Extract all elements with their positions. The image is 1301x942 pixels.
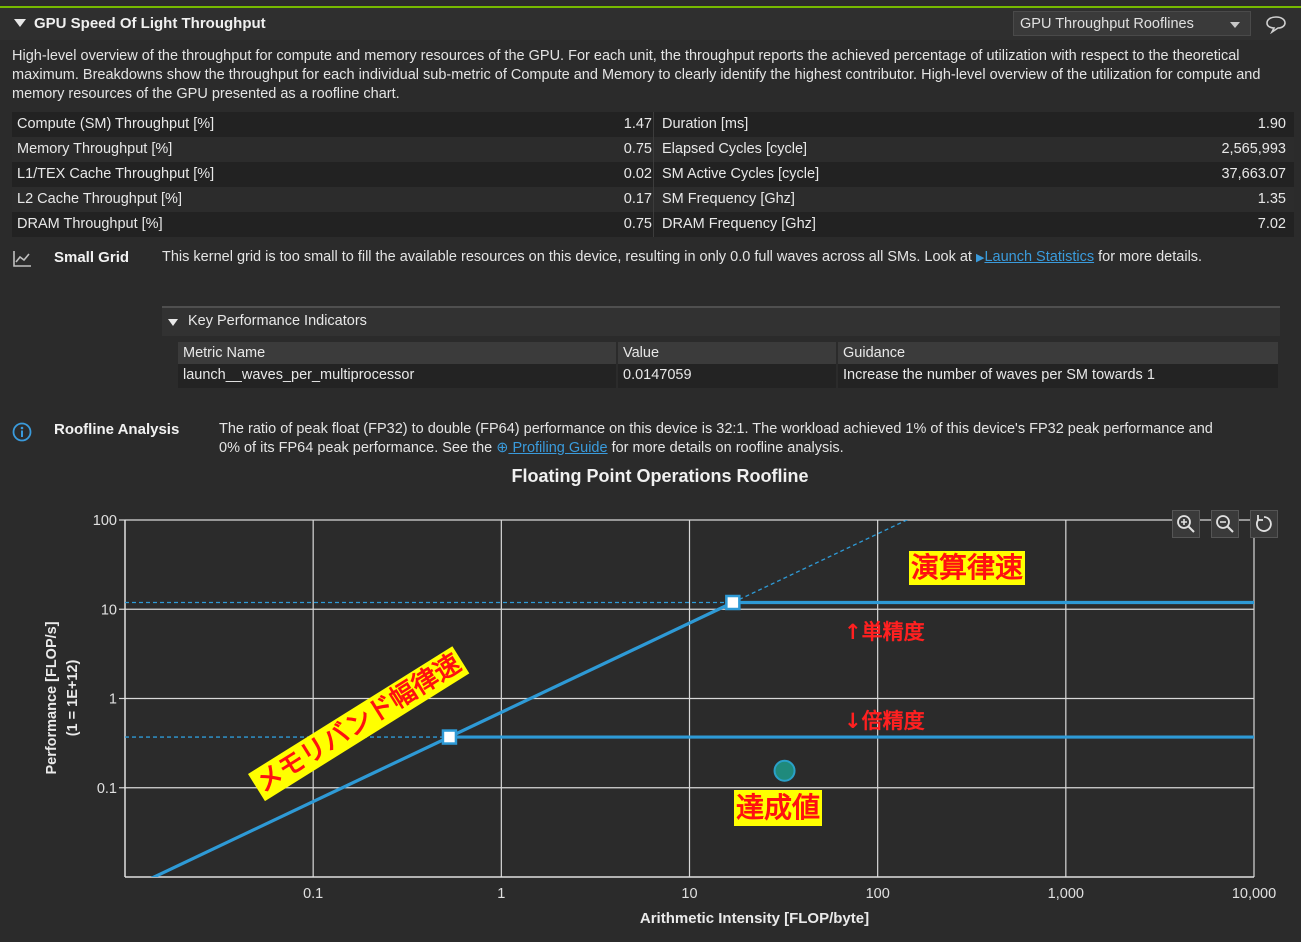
x-tick-label: 1,000 [1048, 886, 1084, 902]
y-tick-label: 10 [101, 602, 117, 618]
y-axis-label-unit: (1 = 1E+12) [65, 660, 81, 737]
fp64-ridge-point [441, 729, 458, 745]
fp32-ridge-point [725, 594, 741, 611]
zoom-out-button[interactable] [1211, 510, 1239, 538]
double-precision-label: ↓倍精度 [844, 709, 925, 733]
roofline-chart[interactable]: 0.1 1 10 100 1,000 10,000 0.1 1 10 100 Arithmetic … [0, 0, 1301, 942]
zoom-in-icon [1177, 515, 1195, 533]
x-tick-label: 100 [866, 886, 890, 902]
y-tick-label: 100 [93, 513, 117, 529]
single-precision-label: ↑単精度 [844, 620, 925, 644]
y-axis-label: Performance [FLOP/s] [44, 621, 60, 774]
achieved-label: 達成値 [734, 790, 823, 826]
zoom-in-button[interactable] [1172, 510, 1200, 538]
x-tick-label: 10,000 [1232, 886, 1276, 902]
achieved-performance-point [773, 759, 796, 782]
reset-zoom-button[interactable] [1250, 510, 1278, 538]
x-tick-label: 0.1 [303, 886, 323, 902]
zoom-out-icon [1216, 515, 1234, 533]
reset-icon [1256, 515, 1272, 532]
x-tick-label: 1 [497, 886, 505, 902]
y-tick-label: 0.1 [97, 781, 117, 797]
compute-bound-label: 演算律速 [909, 551, 1026, 585]
y-tick-label: 1 [109, 692, 117, 708]
x-axis-label: Arithmetic Intensity [FLOP/byte] [640, 910, 869, 927]
x-tick-label: 10 [681, 886, 697, 902]
